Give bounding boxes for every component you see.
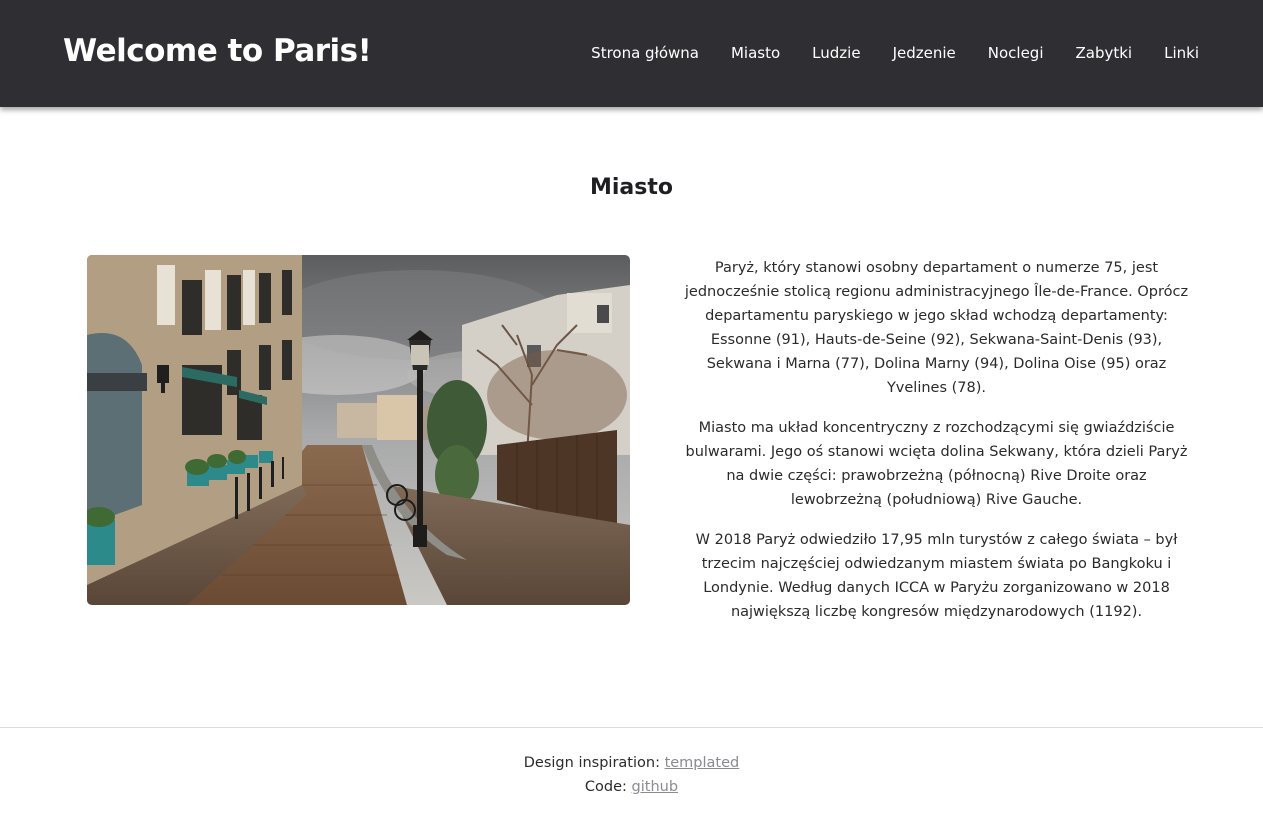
paragraph: W 2018 Paryż odwiedziło 17,95 mln turyst… [695,532,1178,620]
footer-divider [0,727,1263,728]
site-title[interactable]: Welcome to Paris! [63,33,372,69]
section-title: Miasto [589,175,673,200]
code-credit-line: Code: github [0,775,1263,799]
nav-item-linki[interactable]: Linki [1164,44,1199,62]
code-credit-label: Code: [584,779,632,795]
paragraph: Miasto ma układ koncentryczny z rozchodz… [685,420,1188,508]
nav-item-strona-glowna[interactable]: Strona główna [591,44,699,62]
nav-item-jedzenie[interactable]: Jedzenie [893,44,956,62]
nav-item-ludzie[interactable]: Ludzie [812,44,860,62]
photo-montmartre-street-icon [87,255,630,605]
article-text: Paryż, który stanowi osobny departament … [680,256,1193,640]
nav-item-noclegi[interactable]: Noclegi [988,44,1044,62]
paragraph: Paryż, który stanowi osobny departament … [684,260,1189,396]
templated-link[interactable]: templated [665,755,740,771]
nav-item-miasto[interactable]: Miasto [731,44,780,62]
github-link[interactable]: github [632,779,679,795]
site-footer: Design inspiration: templated Code: gith… [0,751,1263,799]
nav-item-zabytki[interactable]: Zabytki [1076,44,1133,62]
design-credit-label: Design inspiration: [523,755,665,771]
main-nav: Strona główna Miasto Ludzie Jedzenie Noc… [591,44,1199,62]
city-photo [87,255,630,605]
design-credit-line: Design inspiration: templated [0,751,1263,775]
site-header: Welcome to Paris! Strona główna Miasto L… [0,0,1263,107]
